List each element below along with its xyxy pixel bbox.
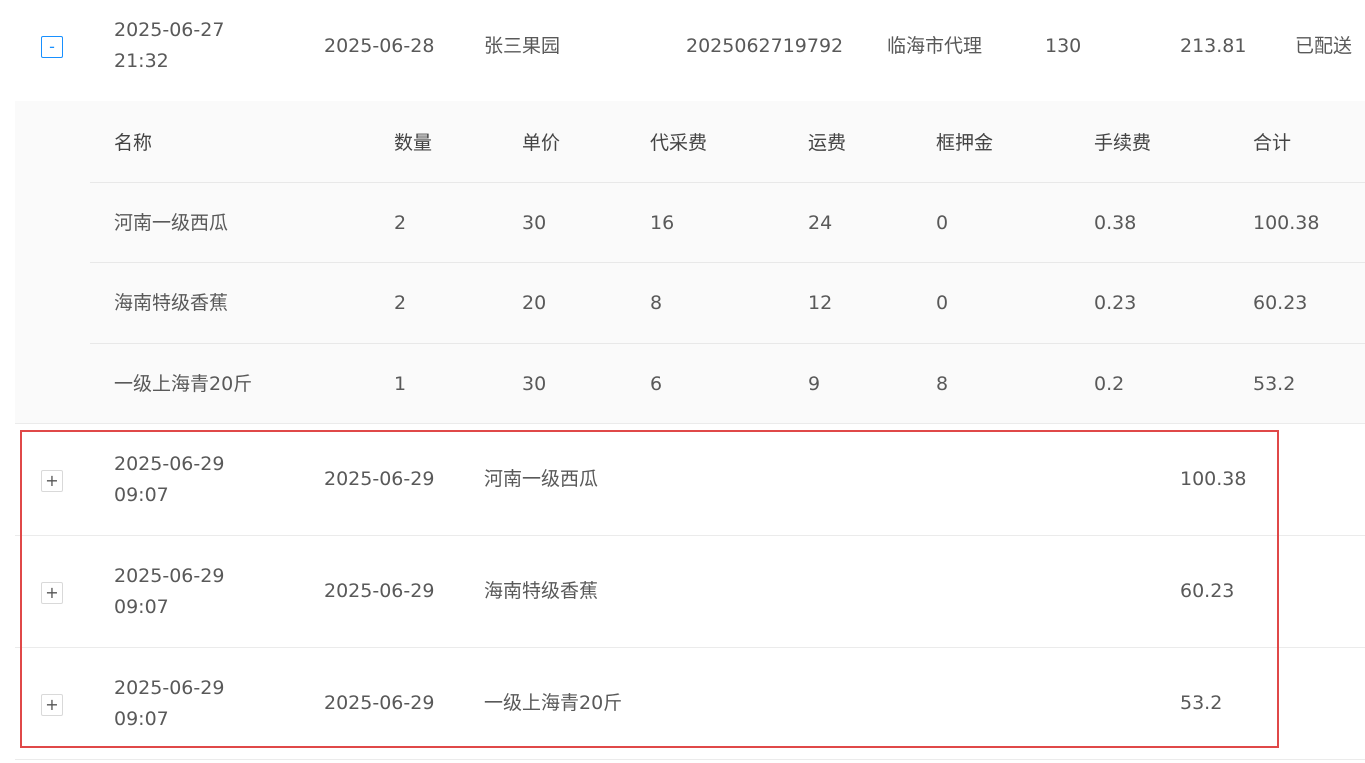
detail-cell-total: 60.23	[1253, 292, 1308, 314]
created-datetime: 2025-06-29 09:07	[114, 673, 224, 735]
detail-cell-proxy-fee: 16	[650, 212, 675, 234]
order-row-collapsed[interactable]: + 2025-06-29 09:07 2025-06-29 河南一级西瓜 100…	[15, 424, 1365, 536]
detail-header-proxy-fee: 代采费	[650, 132, 708, 154]
detail-cell-total: 53.2	[1253, 373, 1296, 395]
detail-cell-qty: 2	[394, 212, 407, 234]
product-name: 海南特级香蕉	[484, 580, 599, 602]
detail-header-price: 单价	[522, 132, 561, 154]
detail-cell-total: 100.38	[1253, 212, 1320, 234]
detail-divider	[90, 182, 1365, 183]
detail-cell-price: 30	[522, 373, 547, 395]
detail-cell-shipping: 24	[808, 212, 833, 234]
order-row-collapsed[interactable]: + 2025-06-29 09:07 2025-06-29 一级上海青20斤 5…	[15, 648, 1365, 760]
status-text: 已配送	[1295, 35, 1353, 57]
order-quantity: 130	[1045, 35, 1082, 57]
created-date: 2025-06-27	[114, 19, 225, 41]
detail-divider	[90, 343, 1365, 344]
order-table: - 2025-06-27 21:32 2025-06-28 张三果园 20250…	[0, 0, 1365, 763]
delivery-date: 2025-06-28	[324, 35, 435, 57]
created-date: 2025-06-29	[114, 677, 225, 699]
detail-cell-price: 20	[522, 292, 547, 314]
detail-cell-name: 海南特级香蕉	[114, 292, 229, 314]
detail-header-qty: 数量	[394, 132, 433, 154]
detail-cell-proxy-fee: 8	[650, 292, 663, 314]
order-amount: 60.23	[1180, 580, 1235, 602]
detail-header-handling: 手续费	[1094, 132, 1152, 154]
delivery-date: 2025-06-29	[324, 468, 435, 490]
expand-row-toggle[interactable]: +	[41, 694, 63, 716]
delivery-date: 2025-06-29	[324, 692, 435, 714]
created-datetime: 2025-06-29 09:07	[114, 561, 224, 623]
detail-cell-shipping: 9	[808, 373, 821, 395]
collapse-row-toggle[interactable]: -	[41, 36, 63, 58]
detail-cell-qty: 1	[394, 373, 407, 395]
detail-cell-proxy-fee: 6	[650, 373, 663, 395]
agent-name: 临海市代理	[887, 35, 983, 57]
product-name: 一级上海青20斤	[484, 692, 623, 714]
detail-cell-handling: 0.38	[1094, 212, 1137, 234]
order-row-collapsed[interactable]: + 2025-06-29 09:07 2025-06-29 海南特级香蕉 60.…	[15, 536, 1365, 648]
delivery-date: 2025-06-29	[324, 580, 435, 602]
detail-cell-handling: 0.2	[1094, 373, 1125, 395]
expand-row-toggle[interactable]: +	[41, 582, 63, 604]
detail-cell-price: 30	[522, 212, 547, 234]
customer-name: 张三果园	[484, 35, 561, 57]
product-name: 河南一级西瓜	[484, 468, 599, 490]
created-time: 09:07	[114, 484, 169, 506]
created-datetime: 2025-06-29 09:07	[114, 449, 224, 511]
detail-cell-deposit: 0	[936, 212, 949, 234]
created-date: 2025-06-29	[114, 453, 225, 475]
detail-header-total: 合计	[1253, 132, 1292, 154]
detail-header-shipping: 运费	[808, 132, 847, 154]
created-time: 09:07	[114, 708, 169, 730]
order-amount: 100.38	[1180, 468, 1247, 490]
order-detail-panel: 名称 数量 单价 代采费 运费 框押金 手续费 合计 河南一级西瓜 2 30 1…	[15, 101, 1365, 424]
created-time: 21:32	[114, 50, 169, 72]
detail-cell-qty: 2	[394, 292, 407, 314]
order-amount: 53.2	[1180, 692, 1223, 714]
created-time: 09:07	[114, 596, 169, 618]
detail-divider	[90, 262, 1365, 263]
detail-cell-name: 一级上海青20斤	[114, 373, 253, 395]
expand-row-toggle[interactable]: +	[41, 470, 63, 492]
order-number: 2025062719792	[686, 35, 844, 57]
detail-cell-handling: 0.23	[1094, 292, 1137, 314]
detail-header-name: 名称	[114, 132, 153, 154]
detail-header-deposit: 框押金	[936, 132, 994, 154]
detail-cell-name: 河南一级西瓜	[114, 212, 229, 234]
detail-cell-deposit: 8	[936, 373, 949, 395]
created-datetime: 2025-06-27 21:32	[114, 15, 224, 77]
detail-cell-deposit: 0	[936, 292, 949, 314]
created-date: 2025-06-29	[114, 565, 225, 587]
detail-cell-shipping: 12	[808, 292, 833, 314]
order-row-expanded[interactable]: - 2025-06-27 21:32 2025-06-28 张三果园 20250…	[15, 0, 1365, 102]
order-amount: 213.81	[1180, 35, 1247, 57]
